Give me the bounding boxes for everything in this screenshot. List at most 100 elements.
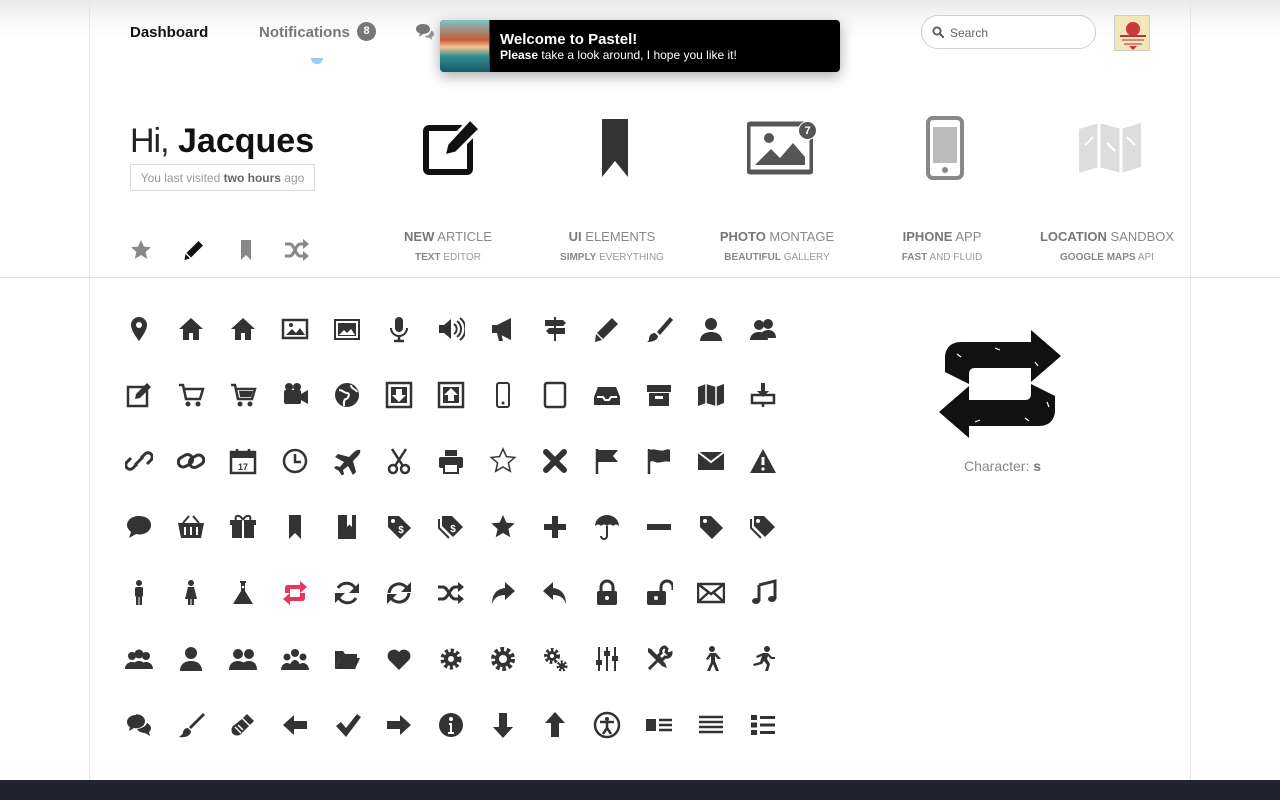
chain-icon[interactable]	[165, 428, 217, 494]
feature-iphone-app[interactable]: IPHONE APP FAST AND FLUID	[872, 115, 1012, 265]
paintbrush-icon[interactable]	[165, 692, 217, 758]
arrow-right-icon[interactable]	[373, 692, 425, 758]
folder-open-icon[interactable]	[321, 626, 373, 692]
pencil-icon[interactable]	[581, 296, 633, 362]
info-icon[interactable]	[425, 692, 477, 758]
two-people-icon[interactable]	[217, 626, 269, 692]
plus-icon[interactable]	[529, 494, 581, 560]
welcome-toast[interactable]: Welcome to Pastel! Please take a look ar…	[440, 20, 840, 72]
picture-icon[interactable]	[269, 296, 321, 362]
flask-icon[interactable]	[217, 560, 269, 626]
feature-location-sandbox[interactable]: LOCATION SANDBOX GOOGLE MAPS API	[1037, 115, 1177, 265]
reply-icon[interactable]	[529, 560, 581, 626]
sliders-icon[interactable]	[581, 626, 633, 692]
star-icon[interactable]	[477, 494, 529, 560]
map-pin-icon[interactable]	[113, 296, 165, 362]
chat-icon[interactable]	[113, 494, 165, 560]
cart-full-icon[interactable]	[217, 362, 269, 428]
home-icon[interactable]	[165, 296, 217, 362]
archive-icon[interactable]	[633, 362, 685, 428]
link-icon[interactable]	[113, 428, 165, 494]
search-input[interactable]	[950, 24, 1085, 41]
scissors-icon[interactable]	[373, 428, 425, 494]
user-icon[interactable]	[685, 296, 737, 362]
walking-icon[interactable]	[685, 626, 737, 692]
feature-new-article[interactable]: NEW ARTICLE TEXT EDITOR	[378, 115, 518, 265]
accessibility-icon[interactable]	[581, 692, 633, 758]
cart-icon[interactable]	[165, 362, 217, 428]
bookmark-icon[interactable]	[234, 238, 258, 262]
gear-icon[interactable]	[425, 626, 477, 692]
warning-icon[interactable]	[737, 428, 789, 494]
music-icon[interactable]	[737, 560, 789, 626]
forward-icon[interactable]	[477, 560, 529, 626]
brush-icon[interactable]	[633, 296, 685, 362]
chat-icon[interactable]	[414, 22, 436, 42]
arrow-down-icon[interactable]	[477, 692, 529, 758]
nav-notifications[interactable]: Notifications	[259, 24, 350, 41]
cog-icon[interactable]	[477, 626, 529, 692]
man-icon[interactable]	[113, 560, 165, 626]
envelope-icon[interactable]	[685, 560, 737, 626]
star-icon[interactable]	[129, 238, 153, 262]
avatar[interactable]	[1114, 15, 1150, 51]
checkmark-icon[interactable]	[321, 692, 373, 758]
map-icon[interactable]	[685, 362, 737, 428]
flag-icon[interactable]	[581, 428, 633, 494]
price-tag-icon[interactable]: $	[373, 494, 425, 560]
basket-icon[interactable]	[165, 494, 217, 560]
shuffle-icon[interactable]	[425, 560, 477, 626]
heart-icon[interactable]	[373, 626, 425, 692]
bookmarks-icon[interactable]	[321, 494, 373, 560]
align-justify-icon[interactable]	[685, 692, 737, 758]
install-icon[interactable]	[737, 362, 789, 428]
tools-icon[interactable]	[633, 626, 685, 692]
feature-ui-elements[interactable]: UI ELEMENTS SIMPLY EVERYTHING	[542, 115, 682, 265]
cogs-icon[interactable]	[529, 626, 581, 692]
airplane-icon[interactable]	[321, 428, 373, 494]
house-icon[interactable]	[217, 296, 269, 362]
search-box[interactable]	[921, 15, 1096, 49]
tag-icon[interactable]	[685, 494, 737, 560]
signpost-icon[interactable]	[529, 296, 581, 362]
community-icon[interactable]	[269, 626, 321, 692]
flag-alt-icon[interactable]	[633, 428, 685, 494]
list-image-icon[interactable]	[633, 692, 685, 758]
microphone-icon[interactable]	[373, 296, 425, 362]
megaphone-icon[interactable]	[477, 296, 529, 362]
refresh-icon[interactable]	[321, 560, 373, 626]
upload-box-icon[interactable]	[425, 362, 477, 428]
umbrella-icon[interactable]	[581, 494, 633, 560]
pencil-icon[interactable]	[182, 238, 206, 262]
tags-icon[interactable]	[737, 494, 789, 560]
lock-icon[interactable]	[581, 560, 633, 626]
list-icon[interactable]	[737, 692, 789, 758]
group-icon[interactable]	[113, 626, 165, 692]
printer-icon[interactable]	[425, 428, 477, 494]
feature-photo-montage[interactable]: PHOTO MONTAGE BEAUTIFUL GALLERY	[707, 115, 847, 265]
brush-alt-icon[interactable]	[217, 692, 269, 758]
nav-dashboard[interactable]: Dashboard	[130, 24, 208, 41]
retweet-icon[interactable]	[269, 560, 321, 626]
tablet-icon[interactable]	[529, 362, 581, 428]
bookmark-icon[interactable]	[269, 494, 321, 560]
globe-icon[interactable]	[321, 362, 373, 428]
pictures-icon[interactable]	[321, 296, 373, 362]
inbox-icon[interactable]	[581, 362, 633, 428]
minus-icon[interactable]	[633, 494, 685, 560]
price-tags-icon[interactable]: $	[425, 494, 477, 560]
sync-icon[interactable]	[373, 560, 425, 626]
arrow-up-icon[interactable]	[529, 692, 581, 758]
arrow-left-icon[interactable]	[269, 692, 321, 758]
woman-icon[interactable]	[165, 560, 217, 626]
calendar-icon[interactable]: 17	[217, 428, 269, 494]
close-icon[interactable]	[529, 428, 581, 494]
running-icon[interactable]	[737, 626, 789, 692]
phone-icon[interactable]	[477, 362, 529, 428]
chats-icon[interactable]	[113, 692, 165, 758]
users-icon[interactable]	[737, 296, 789, 362]
video-camera-icon[interactable]	[269, 362, 321, 428]
compose-icon[interactable]	[113, 362, 165, 428]
person-icon[interactable]	[165, 626, 217, 692]
star-outline-icon[interactable]	[477, 428, 529, 494]
